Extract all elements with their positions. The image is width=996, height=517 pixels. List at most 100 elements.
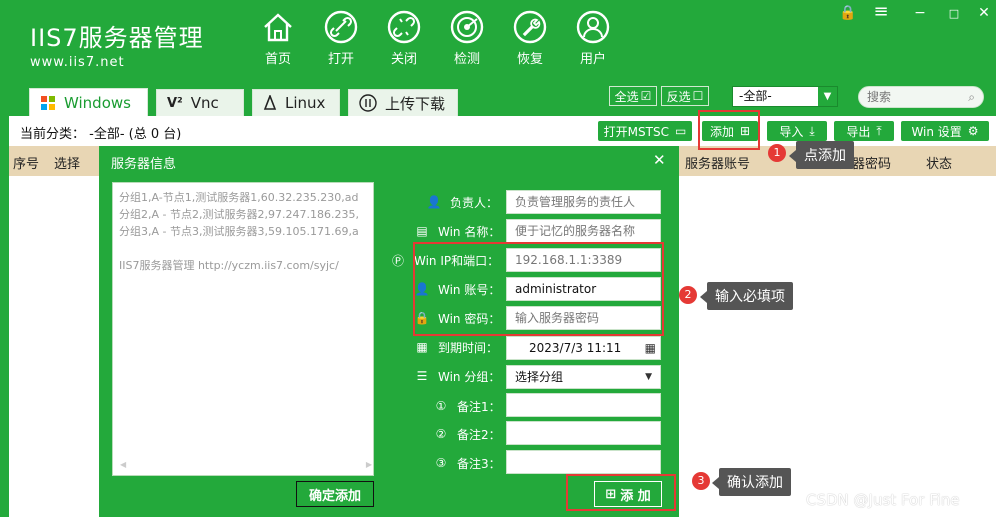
nav-close-button[interactable]: 关闭 <box>376 10 432 67</box>
note2-input[interactable] <box>506 421 661 445</box>
app-logo: IIS7服务器管理 www.iis7.net <box>30 18 204 70</box>
step-badge-2: 2 <box>679 286 697 304</box>
import-label: 导入 <box>779 124 804 139</box>
ip-icon: Ⓟ <box>391 253 404 268</box>
nav-home-button[interactable]: 首页 <box>250 10 306 67</box>
win-name-input[interactable]: 便于记忆的服务器名称 <box>506 219 661 243</box>
note1-input[interactable] <box>506 393 661 417</box>
invert-button[interactable]: 反选 ☐ <box>661 86 709 106</box>
owner-input[interactable]: 负责管理服务的责任人 <box>506 190 661 214</box>
close-icon[interactable]: ✕ <box>974 5 994 21</box>
tip-click-add: 点添加 <box>789 141 854 169</box>
nav-restore-button[interactable]: 恢复 <box>502 10 558 67</box>
linux-icon <box>263 95 277 110</box>
expiry-value: 2023/7/3 11:11 <box>529 341 622 355</box>
open-mstsc-label: 打开MSTSC <box>603 124 669 139</box>
owner-label-text: 负责人： <box>450 195 499 210</box>
app-url: www.iis7.net <box>30 55 125 70</box>
tip-confirm: 确认添加 <box>712 468 791 496</box>
category-select[interactable]: -全部- ▼ <box>732 86 838 107</box>
highlight-required-fields <box>413 242 664 336</box>
menu-icon[interactable]: ≡ <box>871 1 891 22</box>
search-input[interactable]: 搜索 ⌕ <box>858 86 984 108</box>
tab-transfer[interactable]: 上传下载 <box>348 89 458 116</box>
import-button[interactable]: 导入 ⤓ <box>767 121 827 141</box>
step-badge-3: 3 <box>692 472 710 490</box>
nav-home-label: 首页 <box>264 52 291 67</box>
textarea-scrollbar[interactable]: ◀ ▶ <box>120 460 372 472</box>
number-three-icon: ③ <box>435 456 447 470</box>
nav-detect-label: 检测 <box>453 52 480 67</box>
note3-label: ③ 备注3： <box>431 453 501 473</box>
nav-user-label: 用户 <box>579 52 606 67</box>
scroll-right-icon: ▶ <box>365 460 372 469</box>
confirm-add-button[interactable]: 确定添加 <box>296 481 374 507</box>
col-server-account: 服务器账号 <box>685 157 751 172</box>
win-group-label-text: Win 分组： <box>438 369 501 384</box>
win-group-select[interactable]: 选择分组 ▼ <box>506 365 661 389</box>
windows-icon <box>41 95 55 110</box>
tab-vnc[interactable]: V² Vnc <box>156 89 244 116</box>
win-name-label: ▤ Win 名称： <box>412 221 500 241</box>
tab-vnc-label: Vnc <box>190 94 219 112</box>
note1-label: ① 备注1： <box>431 396 501 416</box>
bulk-import-textarea[interactable]: 分组1,A-节点1,测试服务器1,60.32.235.230,ad 分组2,A … <box>112 182 374 476</box>
minimize-icon[interactable]: − <box>910 5 930 21</box>
calendar-icon: ▦ <box>416 340 428 354</box>
gear-icon: ⚙ <box>967 124 979 138</box>
window-frame <box>0 0 9 517</box>
chevron-down-icon: ▼ <box>818 87 837 106</box>
nav-open-label: 打开 <box>327 52 354 67</box>
tab-linux-label: Linux <box>285 94 326 112</box>
tip-required: 输入必填项 <box>700 282 793 310</box>
nav-close-label: 关闭 <box>390 52 417 67</box>
note2-label: ② 备注2： <box>431 424 501 444</box>
tab-linux[interactable]: Linux <box>252 89 340 116</box>
number-one-icon: ① <box>435 399 447 413</box>
current-category-text: 当前分类： -全部- (总 0 台) <box>20 127 182 142</box>
win-group-value: 选择分组 <box>515 370 564 384</box>
win-settings-button[interactable]: Win 设置 ⚙ <box>901 121 989 141</box>
id-card-icon: ▤ <box>416 224 428 238</box>
select-all-button[interactable]: 全选 ☑ <box>609 86 657 106</box>
transfer-icon <box>359 94 377 112</box>
vnc-icon: V² <box>167 95 183 111</box>
invert-label: 反选 <box>666 89 691 104</box>
user-icon <box>576 10 610 44</box>
lock-icon[interactable]: 🔒 <box>838 5 858 21</box>
tab-windows[interactable]: Windows <box>29 88 148 116</box>
select-all-label: 全选 <box>614 89 639 104</box>
date-picker-icon[interactable]: ▦ <box>645 337 656 359</box>
nav-user-button[interactable]: 用户 <box>565 10 621 67</box>
group-icon: ☰ <box>416 369 428 383</box>
maximize-icon[interactable]: □ <box>944 7 964 20</box>
app-title: IIS7服务器管理 <box>30 24 204 52</box>
open-mstsc-button[interactable]: 打开MSTSC ▭ <box>598 121 692 141</box>
search-icon: ⌕ <box>968 90 975 104</box>
step-badge-1: 1 <box>768 144 786 162</box>
watermark: CSDN @Just For Fine <box>806 491 960 509</box>
highlight-confirm <box>566 474 676 511</box>
export-button[interactable]: 导出 ⤒ <box>834 121 894 141</box>
col-index: 序号 <box>13 157 40 172</box>
note1-label-text: 备注1： <box>457 399 501 414</box>
home-icon <box>264 13 292 42</box>
expiry-input[interactable]: 2023/7/3 11:11 ▦ <box>506 336 661 360</box>
tab-windows-label: Windows <box>64 93 131 112</box>
nav-open-button[interactable]: 打开 <box>313 10 369 67</box>
dialog-close-icon[interactable]: ✕ <box>653 151 666 169</box>
owner-label: 👤 负责人： <box>424 192 499 212</box>
radar-icon <box>450 10 484 44</box>
person-icon: 👤 <box>426 195 442 209</box>
nav-detect-button[interactable]: 检测 <box>439 10 495 67</box>
col-select: 选择 <box>54 157 81 172</box>
note2-label-text: 备注2： <box>457 427 501 442</box>
link-icon <box>324 10 358 44</box>
win-name-label-text: Win 名称： <box>438 224 501 239</box>
highlight-add <box>698 110 760 150</box>
note3-input[interactable] <box>506 450 661 474</box>
win-group-label: ☰ Win 分组： <box>412 366 501 386</box>
dialog-title: 服务器信息 <box>111 157 177 172</box>
number-two-icon: ② <box>435 427 447 441</box>
note3-label-text: 备注3： <box>457 456 501 471</box>
